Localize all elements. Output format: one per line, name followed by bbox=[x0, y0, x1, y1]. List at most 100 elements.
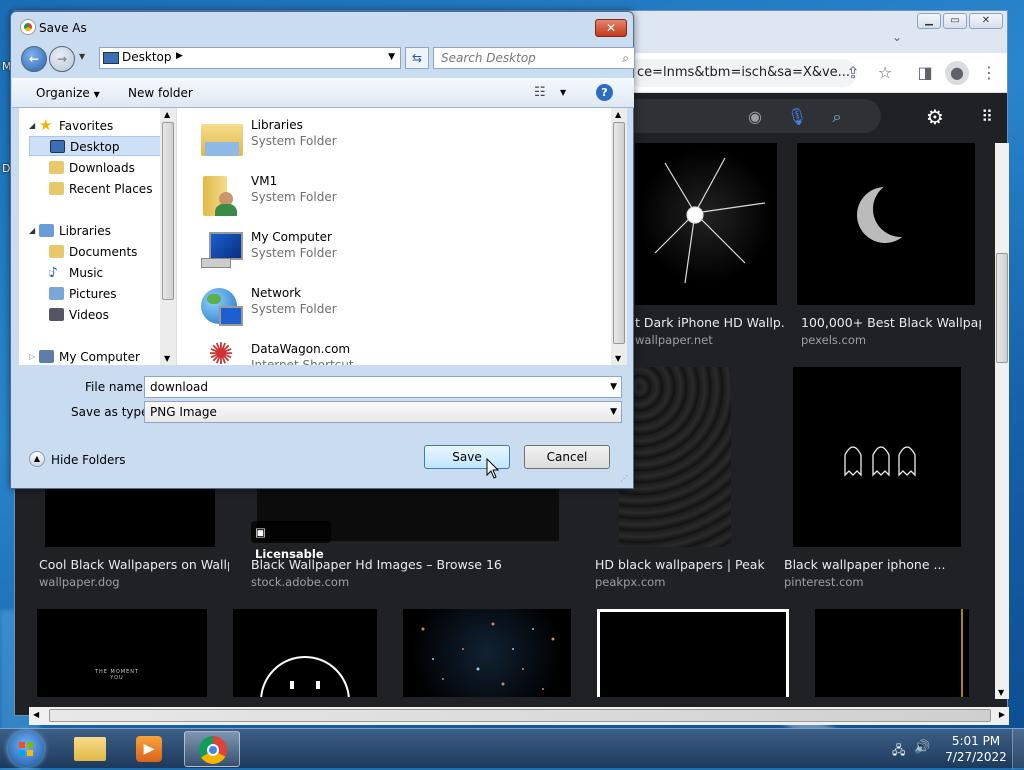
address-bar[interactable]: ce=lnms&tbm=isch&sa=X&ve... bbox=[627, 59, 857, 87]
settings-gear-icon[interactable]: ⚙ bbox=[923, 105, 947, 129]
scroll-down-arrow-icon[interactable]: ▼ bbox=[615, 354, 621, 363]
breadcrumb-chevron-icon[interactable]: ▶ bbox=[176, 51, 183, 61]
new-folder-button[interactable]: New folder bbox=[128, 86, 193, 100]
nav-pane-scrollbar[interactable]: ▲ ▼ bbox=[160, 108, 176, 365]
share-icon[interactable]: ⇪ bbox=[841, 61, 865, 85]
dialog-title: Save As bbox=[39, 21, 87, 35]
dialog-close-button[interactable]: ✕ bbox=[595, 19, 627, 37]
forward-arrow-icon[interactable]: → bbox=[49, 46, 75, 72]
scroll-thumb[interactable] bbox=[996, 253, 1008, 363]
result-image[interactable] bbox=[619, 367, 731, 547]
horizontal-scrollbar[interactable]: ◀ ▶ bbox=[29, 707, 1009, 725]
result-source: stock.adobe.com bbox=[251, 575, 350, 589]
result-caption[interactable]: t Dark iPhone HD Wallp... bbox=[635, 315, 785, 330]
file-pane-scrollbar[interactable]: ▲ ▼ bbox=[611, 108, 627, 365]
back-arrow-icon[interactable]: ← bbox=[21, 46, 47, 72]
result-image[interactable] bbox=[403, 609, 571, 697]
address-dropdown-icon[interactable]: ▼ bbox=[388, 52, 395, 62]
file-item-libraries[interactable]: Libraries System Folder bbox=[199, 114, 599, 164]
scroll-right-arrow-icon[interactable]: ▶ bbox=[999, 710, 1005, 719]
file-name-dropdown-icon[interactable]: ▼ bbox=[610, 377, 617, 397]
scroll-up-arrow-icon[interactable]: ▲ bbox=[615, 110, 621, 119]
result-image[interactable] bbox=[797, 143, 975, 305]
expand-arrow-icon[interactable]: ◢ bbox=[29, 121, 35, 130]
cancel-button[interactable]: Cancel bbox=[524, 445, 610, 469]
clock-date[interactable]: 7/27/2022 bbox=[944, 750, 1008, 764]
nav-my-computer[interactable]: My Computer bbox=[39, 347, 140, 367]
view-dropdown-icon[interactable]: ▼ bbox=[560, 88, 566, 97]
file-item-datawagon[interactable]: ✺ DataWagon.com Internet Shortcut bbox=[199, 338, 599, 366]
scroll-left-arrow-icon[interactable]: ◀ bbox=[33, 710, 39, 719]
start-button[interactable] bbox=[8, 731, 44, 767]
microphone-icon[interactable]: 🎙 bbox=[785, 105, 809, 129]
result-image[interactable] bbox=[45, 481, 215, 547]
media-player-taskbar-button[interactable]: ▶ bbox=[122, 731, 178, 767]
profile-avatar-icon[interactable]: ● bbox=[945, 61, 969, 85]
address-breadcrumb[interactable]: Desktop ▶ ▼ bbox=[99, 47, 401, 69]
scroll-down-arrow-icon[interactable]: ▼ bbox=[164, 354, 170, 363]
chevron-down-icon[interactable]: ⌄ bbox=[885, 25, 909, 49]
result-caption[interactable]: 100,000+ Best Black Wallpap... bbox=[801, 315, 981, 330]
hide-folders-button[interactable]: Hide Folders bbox=[51, 453, 126, 467]
resize-grip-icon[interactable]: ⋰ bbox=[620, 474, 628, 483]
nav-music[interactable]: ♪ Music bbox=[49, 263, 103, 283]
nav-downloads[interactable]: Downloads bbox=[49, 158, 135, 178]
minimize-button[interactable]: ▁ bbox=[917, 13, 941, 29]
close-button[interactable]: ✕ bbox=[969, 13, 1003, 29]
search-desktop-input[interactable]: Search Desktop ⌕ bbox=[433, 47, 635, 69]
view-options-icon[interactable]: ☷ bbox=[534, 85, 546, 100]
result-image[interactable] bbox=[233, 609, 377, 746]
result-image[interactable] bbox=[597, 609, 789, 697]
scroll-thumb[interactable] bbox=[162, 122, 174, 300]
vertical-scrollbar[interactable]: ▼ bbox=[995, 143, 1009, 699]
nav-desktop[interactable]: Desktop bbox=[29, 136, 161, 156]
nav-pictures[interactable]: Pictures bbox=[49, 284, 117, 304]
file-item-vm1[interactable]: VM1 System Folder bbox=[199, 170, 599, 220]
result-caption[interactable]: HD black wallpapers | Peak... bbox=[595, 557, 765, 572]
camera-icon[interactable]: ◉ bbox=[743, 105, 767, 129]
volume-tray-icon[interactable]: 🔊 bbox=[914, 740, 930, 755]
result-image[interactable] bbox=[635, 143, 777, 305]
result-caption[interactable]: Black Wallpaper Hd Images – Browse 16 ..… bbox=[251, 557, 501, 572]
refresh-icon[interactable]: ⇆ bbox=[405, 47, 429, 69]
file-item-my-computer[interactable]: My Computer System Folder bbox=[199, 226, 599, 276]
nav-libraries[interactable]: Libraries bbox=[39, 221, 111, 241]
search-icon[interactable]: ⌕ bbox=[825, 105, 849, 129]
hide-folders-icon[interactable]: ▲ bbox=[29, 451, 45, 467]
scroll-up-arrow-icon[interactable]: ▲ bbox=[164, 110, 170, 119]
breadcrumb-desktop[interactable]: Desktop bbox=[122, 50, 172, 64]
chrome-taskbar-button[interactable] bbox=[184, 731, 240, 767]
network-tray-icon[interactable]: 🖧 bbox=[892, 741, 905, 762]
nav-videos[interactable]: Videos bbox=[49, 305, 109, 325]
collapse-arrow-icon[interactable]: ▷ bbox=[29, 352, 35, 361]
scroll-thumb[interactable] bbox=[613, 122, 625, 344]
file-item-network[interactable]: Network System Folder bbox=[199, 282, 599, 332]
file-explorer-taskbar-button[interactable] bbox=[62, 731, 118, 767]
nav-favorites[interactable]: ★ Favorites bbox=[39, 116, 113, 136]
organize-button[interactable]: Organize ▼ bbox=[36, 86, 100, 100]
file-name-input[interactable]: download ▼ bbox=[144, 376, 622, 398]
scroll-down-arrow-icon[interactable]: ▼ bbox=[998, 688, 1004, 697]
result-image[interactable] bbox=[793, 367, 961, 547]
more-menu-icon[interactable]: ⋮ bbox=[977, 61, 1001, 85]
side-panel-icon[interactable]: ◨ bbox=[913, 61, 937, 85]
result-caption[interactable]: Black wallpaper iphone ... bbox=[784, 557, 964, 572]
expand-arrow-icon[interactable]: ◢ bbox=[29, 226, 35, 235]
result-image[interactable] bbox=[815, 609, 969, 697]
apps-grid-icon[interactable]: ⠿ bbox=[975, 105, 999, 129]
nav-documents[interactable]: Documents bbox=[49, 242, 137, 262]
network-globe-icon bbox=[199, 284, 243, 328]
save-as-type-select[interactable]: PNG Image ▼ bbox=[144, 401, 622, 423]
maximize-button[interactable]: ▭ bbox=[943, 13, 967, 29]
clock-time[interactable]: 5:01 PM bbox=[944, 734, 1008, 748]
result-image[interactable]: THE MOMENT YOU bbox=[37, 609, 207, 697]
nav-recent-places[interactable]: Recent Places bbox=[49, 179, 152, 199]
result-caption[interactable]: Cool Black Wallpapers on Wallp... bbox=[39, 557, 229, 572]
search-icon[interactable]: ⌕ bbox=[622, 48, 629, 68]
recent-locations-chevron-icon[interactable]: ▼ bbox=[79, 52, 85, 61]
save-as-type-dropdown-icon[interactable]: ▼ bbox=[610, 402, 617, 422]
help-icon[interactable]: ? bbox=[596, 84, 613, 101]
show-desktop-button[interactable] bbox=[1012, 729, 1024, 769]
scroll-thumb[interactable] bbox=[49, 709, 991, 722]
bookmark-star-icon[interactable]: ☆ bbox=[873, 61, 897, 85]
